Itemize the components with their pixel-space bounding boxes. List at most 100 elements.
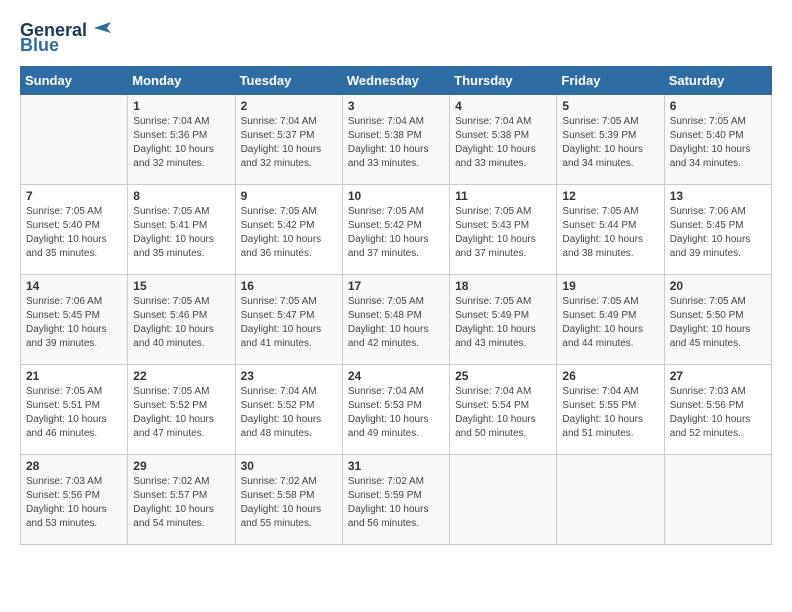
calendar-cell: 10Sunrise: 7:05 AM Sunset: 5:42 PM Dayli… <box>342 185 449 275</box>
day-number: 26 <box>562 369 658 383</box>
calendar-cell: 23Sunrise: 7:04 AM Sunset: 5:52 PM Dayli… <box>235 365 342 455</box>
calendar-cell: 1 Sunrise: 7:04 AM Sunset: 5:36 PM Daylig… <box>128 95 235 185</box>
day-number: 19 <box>562 279 658 293</box>
day-number: 22 <box>133 369 229 383</box>
weekday-header-thursday: Thursday <box>450 67 557 95</box>
day-info: Sunrise: 7:04 AM Sunset: 5:38 PM Dayligh… <box>455 115 551 171</box>
day-number: 17 <box>348 279 444 293</box>
calendar-cell: 18 Sunrise: 7:05 AM Sunset: 5:49 PM Dayli… <box>450 275 557 365</box>
logo-blue: Blue <box>20 35 59 56</box>
day-info: Sunrise: 7:04 AM Sunset: 5:36 PM Dayligh… <box>133 115 229 171</box>
day-info: Sunrise: 7:04 AM Sunset: 5:53 PM Dayligh… <box>348 385 444 441</box>
day-number: 29 <box>133 459 229 473</box>
day-info: Sunrise: 7:05 AM Sunset: 5:48 PM Dayligh… <box>348 295 444 351</box>
day-info: Sunrise: 7:05 AM Sunset: 5:40 PM Dayligh… <box>670 115 766 171</box>
calendar-cell: 15 Sunrise: 7:05 AM Sunset: 5:46 PM Dayli… <box>128 275 235 365</box>
day-number: 7 <box>26 189 122 203</box>
day-info: Sunrise: 7:03 AM Sunset: 5:56 PM Dayligh… <box>26 475 122 531</box>
calendar-cell: 9Sunrise: 7:05 AM Sunset: 5:42 PM Daylig… <box>235 185 342 275</box>
calendar-cell <box>450 455 557 545</box>
day-number: 8 <box>133 189 229 203</box>
day-info: Sunrise: 7:05 AM Sunset: 5:50 PM Dayligh… <box>670 295 766 351</box>
calendar-cell: 28 Sunrise: 7:03 AM Sunset: 5:56 PM Dayli… <box>21 455 128 545</box>
day-info: Sunrise: 7:05 AM Sunset: 5:47 PM Dayligh… <box>241 295 337 351</box>
logo-bird-icon <box>89 19 111 37</box>
day-info: Sunrise: 7:05 AM Sunset: 5:40 PM Dayligh… <box>26 205 122 261</box>
week-row-2: 7 Sunrise: 7:05 AM Sunset: 5:40 PM Daylig… <box>21 185 772 275</box>
day-number: 16 <box>241 279 337 293</box>
day-info: Sunrise: 7:02 AM Sunset: 5:57 PM Dayligh… <box>133 475 229 531</box>
day-number: 18 <box>455 279 551 293</box>
header-row: SundayMondayTuesdayWednesdayThursdayFrid… <box>21 67 772 95</box>
day-number: 6 <box>670 99 766 113</box>
day-info: Sunrise: 7:06 AM Sunset: 5:45 PM Dayligh… <box>670 205 766 261</box>
day-info: Sunrise: 7:05 AM Sunset: 5:46 PM Dayligh… <box>133 295 229 351</box>
day-info: Sunrise: 7:05 AM Sunset: 5:41 PM Dayligh… <box>133 205 229 261</box>
weekday-header-saturday: Saturday <box>664 67 771 95</box>
day-info: Sunrise: 7:06 AM Sunset: 5:45 PM Dayligh… <box>26 295 122 351</box>
day-info: Sunrise: 7:04 AM Sunset: 5:38 PM Dayligh… <box>348 115 444 171</box>
day-info: Sunrise: 7:04 AM Sunset: 5:37 PM Dayligh… <box>241 115 337 171</box>
calendar-cell: 26 Sunrise: 7:04 AM Sunset: 5:55 PM Dayli… <box>557 365 664 455</box>
calendar-cell: 31 Sunrise: 7:02 AM Sunset: 5:59 PM Dayli… <box>342 455 449 545</box>
calendar-cell <box>21 95 128 185</box>
day-info: Sunrise: 7:03 AM Sunset: 5:56 PM Dayligh… <box>670 385 766 441</box>
calendar-cell: 5Sunrise: 7:05 AM Sunset: 5:39 PM Daylig… <box>557 95 664 185</box>
page-header: General Blue <box>20 20 772 56</box>
day-number: 11 <box>455 189 551 203</box>
day-number: 28 <box>26 459 122 473</box>
day-number: 9 <box>241 189 337 203</box>
calendar-cell: 14 Sunrise: 7:06 AM Sunset: 5:45 PM Dayli… <box>21 275 128 365</box>
day-number: 27 <box>670 369 766 383</box>
day-number: 24 <box>348 369 444 383</box>
day-info: Sunrise: 7:04 AM Sunset: 5:54 PM Dayligh… <box>455 385 551 441</box>
day-number: 30 <box>241 459 337 473</box>
calendar-cell: 3 Sunrise: 7:04 AM Sunset: 5:38 PM Daylig… <box>342 95 449 185</box>
calendar-cell: 6 Sunrise: 7:05 AM Sunset: 5:40 PM Daylig… <box>664 95 771 185</box>
week-row-4: 21 Sunrise: 7:05 AM Sunset: 5:51 PM Dayli… <box>21 365 772 455</box>
calendar-cell: 29 Sunrise: 7:02 AM Sunset: 5:57 PM Dayli… <box>128 455 235 545</box>
day-info: Sunrise: 7:05 AM Sunset: 5:39 PM Dayligh… <box>562 115 658 171</box>
calendar-cell: 2Sunrise: 7:04 AM Sunset: 5:37 PM Daylig… <box>235 95 342 185</box>
day-number: 15 <box>133 279 229 293</box>
weekday-header-sunday: Sunday <box>21 67 128 95</box>
day-info: Sunrise: 7:05 AM Sunset: 5:42 PM Dayligh… <box>348 205 444 261</box>
day-info: Sunrise: 7:05 AM Sunset: 5:49 PM Dayligh… <box>455 295 551 351</box>
calendar-cell: 12 Sunrise: 7:05 AM Sunset: 5:44 PM Dayli… <box>557 185 664 275</box>
calendar-cell: 22 Sunrise: 7:05 AM Sunset: 5:52 PM Dayli… <box>128 365 235 455</box>
day-info: Sunrise: 7:04 AM Sunset: 5:55 PM Dayligh… <box>562 385 658 441</box>
calendar-cell: 11Sunrise: 7:05 AM Sunset: 5:43 PM Dayli… <box>450 185 557 275</box>
calendar-cell: 19 Sunrise: 7:05 AM Sunset: 5:49 PM Dayli… <box>557 275 664 365</box>
calendar-cell: 30Sunrise: 7:02 AM Sunset: 5:58 PM Dayli… <box>235 455 342 545</box>
day-info: Sunrise: 7:05 AM Sunset: 5:52 PM Dayligh… <box>133 385 229 441</box>
weekday-header-monday: Monday <box>128 67 235 95</box>
calendar-table: SundayMondayTuesdayWednesdayThursdayFrid… <box>20 66 772 545</box>
logo: General Blue <box>20 20 111 56</box>
day-number: 4 <box>455 99 551 113</box>
day-number: 31 <box>348 459 444 473</box>
calendar-cell: 21 Sunrise: 7:05 AM Sunset: 5:51 PM Dayli… <box>21 365 128 455</box>
week-row-1: 1 Sunrise: 7:04 AM Sunset: 5:36 PM Daylig… <box>21 95 772 185</box>
weekday-header-tuesday: Tuesday <box>235 67 342 95</box>
calendar-cell: 8 Sunrise: 7:05 AM Sunset: 5:41 PM Daylig… <box>128 185 235 275</box>
day-number: 1 <box>133 99 229 113</box>
calendar-cell: 4 Sunrise: 7:04 AM Sunset: 5:38 PM Daylig… <box>450 95 557 185</box>
calendar-cell: 16 Sunrise: 7:05 AM Sunset: 5:47 PM Dayli… <box>235 275 342 365</box>
day-number: 14 <box>26 279 122 293</box>
weekday-header-friday: Friday <box>557 67 664 95</box>
calendar-cell: 17 Sunrise: 7:05 AM Sunset: 5:48 PM Dayli… <box>342 275 449 365</box>
day-number: 21 <box>26 369 122 383</box>
day-number: 12 <box>562 189 658 203</box>
day-info: Sunrise: 7:05 AM Sunset: 5:49 PM Dayligh… <box>562 295 658 351</box>
logo-container: General Blue <box>20 20 111 56</box>
day-info: Sunrise: 7:05 AM Sunset: 5:51 PM Dayligh… <box>26 385 122 441</box>
calendar-cell: 7 Sunrise: 7:05 AM Sunset: 5:40 PM Daylig… <box>21 185 128 275</box>
week-row-3: 14 Sunrise: 7:06 AM Sunset: 5:45 PM Dayli… <box>21 275 772 365</box>
day-info: Sunrise: 7:04 AM Sunset: 5:52 PM Dayligh… <box>241 385 337 441</box>
day-number: 3 <box>348 99 444 113</box>
week-row-5: 28 Sunrise: 7:03 AM Sunset: 5:56 PM Dayli… <box>21 455 772 545</box>
weekday-header-wednesday: Wednesday <box>342 67 449 95</box>
day-info: Sunrise: 7:05 AM Sunset: 5:44 PM Dayligh… <box>562 205 658 261</box>
calendar-cell <box>664 455 771 545</box>
day-info: Sunrise: 7:02 AM Sunset: 5:59 PM Dayligh… <box>348 475 444 531</box>
